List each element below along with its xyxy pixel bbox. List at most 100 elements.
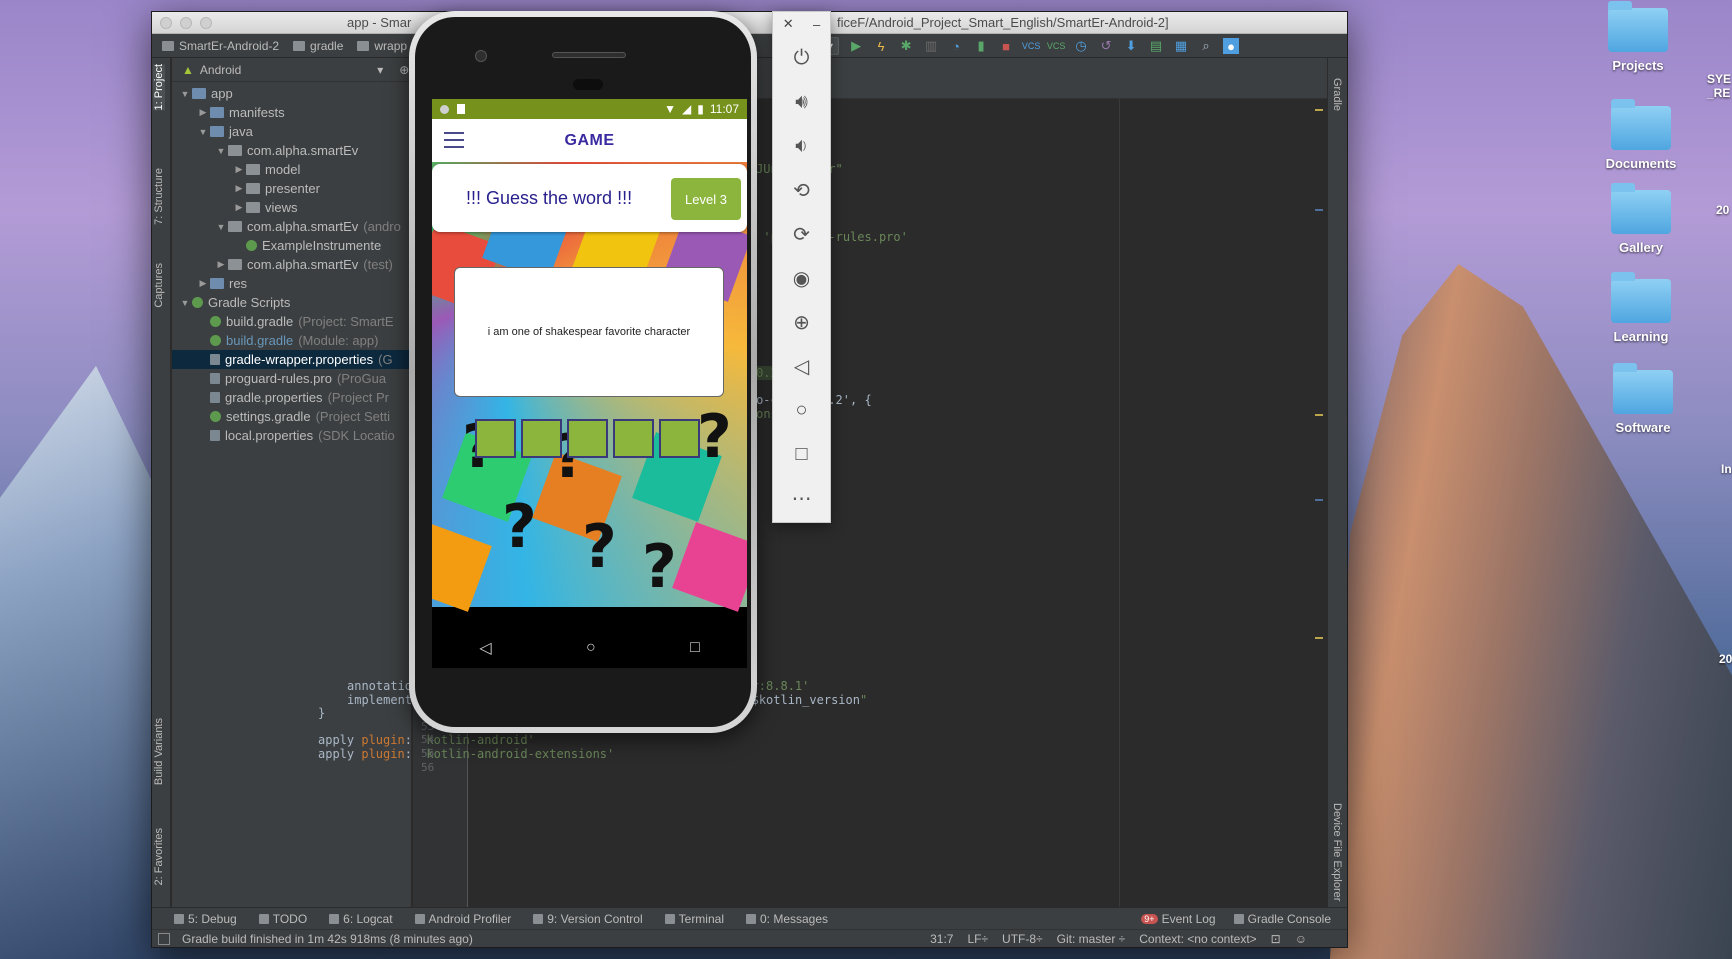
tab-structure[interactable]: 7: Structure	[153, 168, 165, 225]
collapsed-arrow-icon[interactable]: ▶	[196, 107, 210, 118]
tab-favorites[interactable]: 2: Favorites	[153, 828, 165, 885]
breadcrumb-item[interactable]: wrapp	[357, 39, 407, 53]
hamburger-menu-icon[interactable]	[444, 132, 464, 148]
back-icon[interactable]: ◁	[479, 638, 491, 658]
history-icon[interactable]: ◷	[1073, 38, 1089, 54]
camera-icon[interactable]: ◉	[773, 256, 830, 300]
tree-item[interactable]: ▶ model	[172, 160, 411, 179]
lock-icon[interactable]: ⊡	[1271, 932, 1281, 946]
tab-android-profiler[interactable]: Android Profiler	[414, 912, 511, 926]
expanded-arrow-icon[interactable]: ▼	[214, 146, 228, 156]
tree-item[interactable]: gradle-wrapper.properties (G	[172, 350, 411, 369]
tree-item[interactable]: ▼ com.alpha.smartEv (andro	[172, 217, 411, 236]
collapsed-arrow-icon[interactable]: ▶	[232, 183, 246, 194]
tree-item[interactable]: ▶ views	[172, 198, 411, 217]
warning-marker[interactable]	[1315, 109, 1323, 111]
breadcrumb-item[interactable]: gradle	[293, 39, 343, 53]
tab-device-file-explorer[interactable]: Device File Explorer	[1331, 803, 1343, 901]
level-button[interactable]: Level 3	[671, 178, 741, 220]
volume-down-icon[interactable]: 🔉︎	[773, 124, 830, 168]
collapsed-arrow-icon[interactable]: ▶	[214, 259, 228, 270]
rotate-right-icon[interactable]: ⟳	[773, 212, 830, 256]
hector-icon[interactable]: ☺	[1295, 932, 1307, 946]
overview-icon[interactable]: □	[773, 432, 830, 476]
tree-item[interactable]: settings.gradle (Project Setti	[172, 407, 411, 426]
close-window-button[interactable]	[160, 17, 172, 29]
project-structure-icon[interactable]: ▦	[1173, 38, 1189, 54]
window-titlebar[interactable]: app - Smar ficeF/Android_Project_Smart_E…	[152, 12, 1347, 34]
expanded-arrow-icon[interactable]: ▼	[214, 222, 228, 232]
minimize-icon[interactable]: –	[813, 17, 820, 32]
tab-gradle-console[interactable]: Gradle Console	[1233, 912, 1331, 926]
undo-icon[interactable]: ↺	[1098, 38, 1114, 54]
tree-item[interactable]: build.gradle (Project: SmartE	[172, 312, 411, 331]
expanded-arrow-icon[interactable]: ▼	[178, 89, 192, 99]
stop-icon[interactable]: ■	[998, 38, 1014, 54]
desktop-folder-software[interactable]: Software	[1583, 363, 1703, 435]
minimize-window-button[interactable]	[180, 17, 192, 29]
sync-icon[interactable]: ⊕	[399, 63, 409, 77]
volume-up-icon[interactable]: 🔊︎	[773, 80, 830, 124]
power-icon[interactable]: ⏻	[773, 36, 830, 80]
vcs-update-icon[interactable]: VCS	[1022, 38, 1041, 54]
tab-build-variants[interactable]: Build Variants	[153, 718, 165, 785]
tree-item[interactable]: ▶ presenter	[172, 179, 411, 198]
tab-gradle[interactable]: Gradle	[1331, 78, 1343, 111]
tab-messages[interactable]: 0: Messages	[746, 912, 828, 926]
warning-marker[interactable]	[1315, 414, 1323, 416]
tree-item[interactable]: ▼ Gradle Scripts	[172, 293, 411, 312]
tree-item[interactable]: ▶ com.alpha.smartEv (test)	[172, 255, 411, 274]
home-icon[interactable]: ○	[773, 388, 830, 432]
run-icon[interactable]: ▶	[848, 38, 864, 54]
line-separator[interactable]: LF÷	[967, 932, 988, 946]
change-marker[interactable]	[1315, 209, 1323, 211]
avd-manager-icon[interactable]: ▤	[1148, 38, 1164, 54]
more-icon[interactable]: ⋯	[773, 476, 830, 520]
tab-captures[interactable]: Captures	[153, 263, 165, 308]
tree-item[interactable]: local.properties (SDK Locatio	[172, 426, 411, 445]
letter-slot[interactable]	[659, 419, 700, 458]
search-icon[interactable]: ⌕	[1198, 38, 1214, 54]
tree-item[interactable]: build.gradle (Module: app)	[172, 331, 411, 350]
attach-debugger-icon[interactable]: ▮	[973, 38, 989, 54]
file-encoding[interactable]: UTF-8÷	[1002, 932, 1043, 946]
letter-slot[interactable]	[521, 419, 562, 458]
apply-changes-icon[interactable]: ϟ	[873, 38, 889, 54]
warning-marker[interactable]	[1315, 637, 1323, 639]
phone-screen[interactable]: ▼ ◢ ▮ 11:07 GAME ? ? ? ? !!! Guess the w…	[432, 99, 747, 668]
tab-todo[interactable]: TODO	[258, 912, 307, 926]
zoom-icon[interactable]: ⊕	[773, 300, 830, 344]
desktop-folder-projects[interactable]: Projects	[1578, 1, 1698, 73]
collapsed-arrow-icon[interactable]: ▶	[232, 164, 246, 175]
breadcrumb-item[interactable]: SmartEr-Android-2	[162, 39, 279, 53]
git-branch[interactable]: Git: master ÷	[1057, 932, 1126, 946]
close-icon[interactable]: ✕	[783, 16, 794, 32]
tab-debug[interactable]: 5: Debug	[174, 912, 237, 926]
user-icon[interactable]: ●	[1223, 38, 1240, 54]
collapsed-arrow-icon[interactable]: ▶	[196, 278, 210, 289]
project-view-select[interactable]: ▲ Android ▾ ⊕ ÷	[172, 58, 422, 82]
change-marker[interactable]	[1315, 499, 1323, 501]
letter-slot[interactable]	[613, 419, 654, 458]
status-toggle-icon[interactable]	[158, 932, 170, 945]
expanded-arrow-icon[interactable]: ▼	[178, 298, 192, 308]
status-message[interactable]: Gradle build finished in 1m 42s 918ms (8…	[182, 932, 473, 946]
tree-item[interactable]: ▼ com.alpha.smartEv	[172, 141, 411, 160]
tab-version-control[interactable]: 9: Version Control	[533, 912, 643, 926]
tree-item[interactable]: ExampleInstrumente	[172, 236, 411, 255]
rotate-left-icon[interactable]: ⟲	[773, 168, 830, 212]
letter-slot[interactable]	[475, 419, 516, 458]
tab-event-log[interactable]: 9+ Event Log	[1141, 912, 1216, 926]
cursor-position[interactable]: 31:7	[930, 932, 953, 946]
home-icon[interactable]: ○	[586, 639, 596, 657]
vcs-commit-icon[interactable]: VCS	[1047, 38, 1066, 54]
desktop-folder-learning[interactable]: Learning	[1581, 272, 1701, 344]
tree-item[interactable]: gradle.properties (Project Pr	[172, 388, 411, 407]
letter-slot[interactable]	[567, 419, 608, 458]
expanded-arrow-icon[interactable]: ▼	[196, 127, 210, 137]
coverage-icon[interactable]: ▥	[923, 38, 939, 54]
tab-project[interactable]: 1: Project	[153, 64, 165, 111]
tree-item[interactable]: proguard-rules.pro (ProGua	[172, 369, 411, 388]
tree-item[interactable]: ▶ res	[172, 274, 411, 293]
zoom-window-button[interactable]	[200, 17, 212, 29]
